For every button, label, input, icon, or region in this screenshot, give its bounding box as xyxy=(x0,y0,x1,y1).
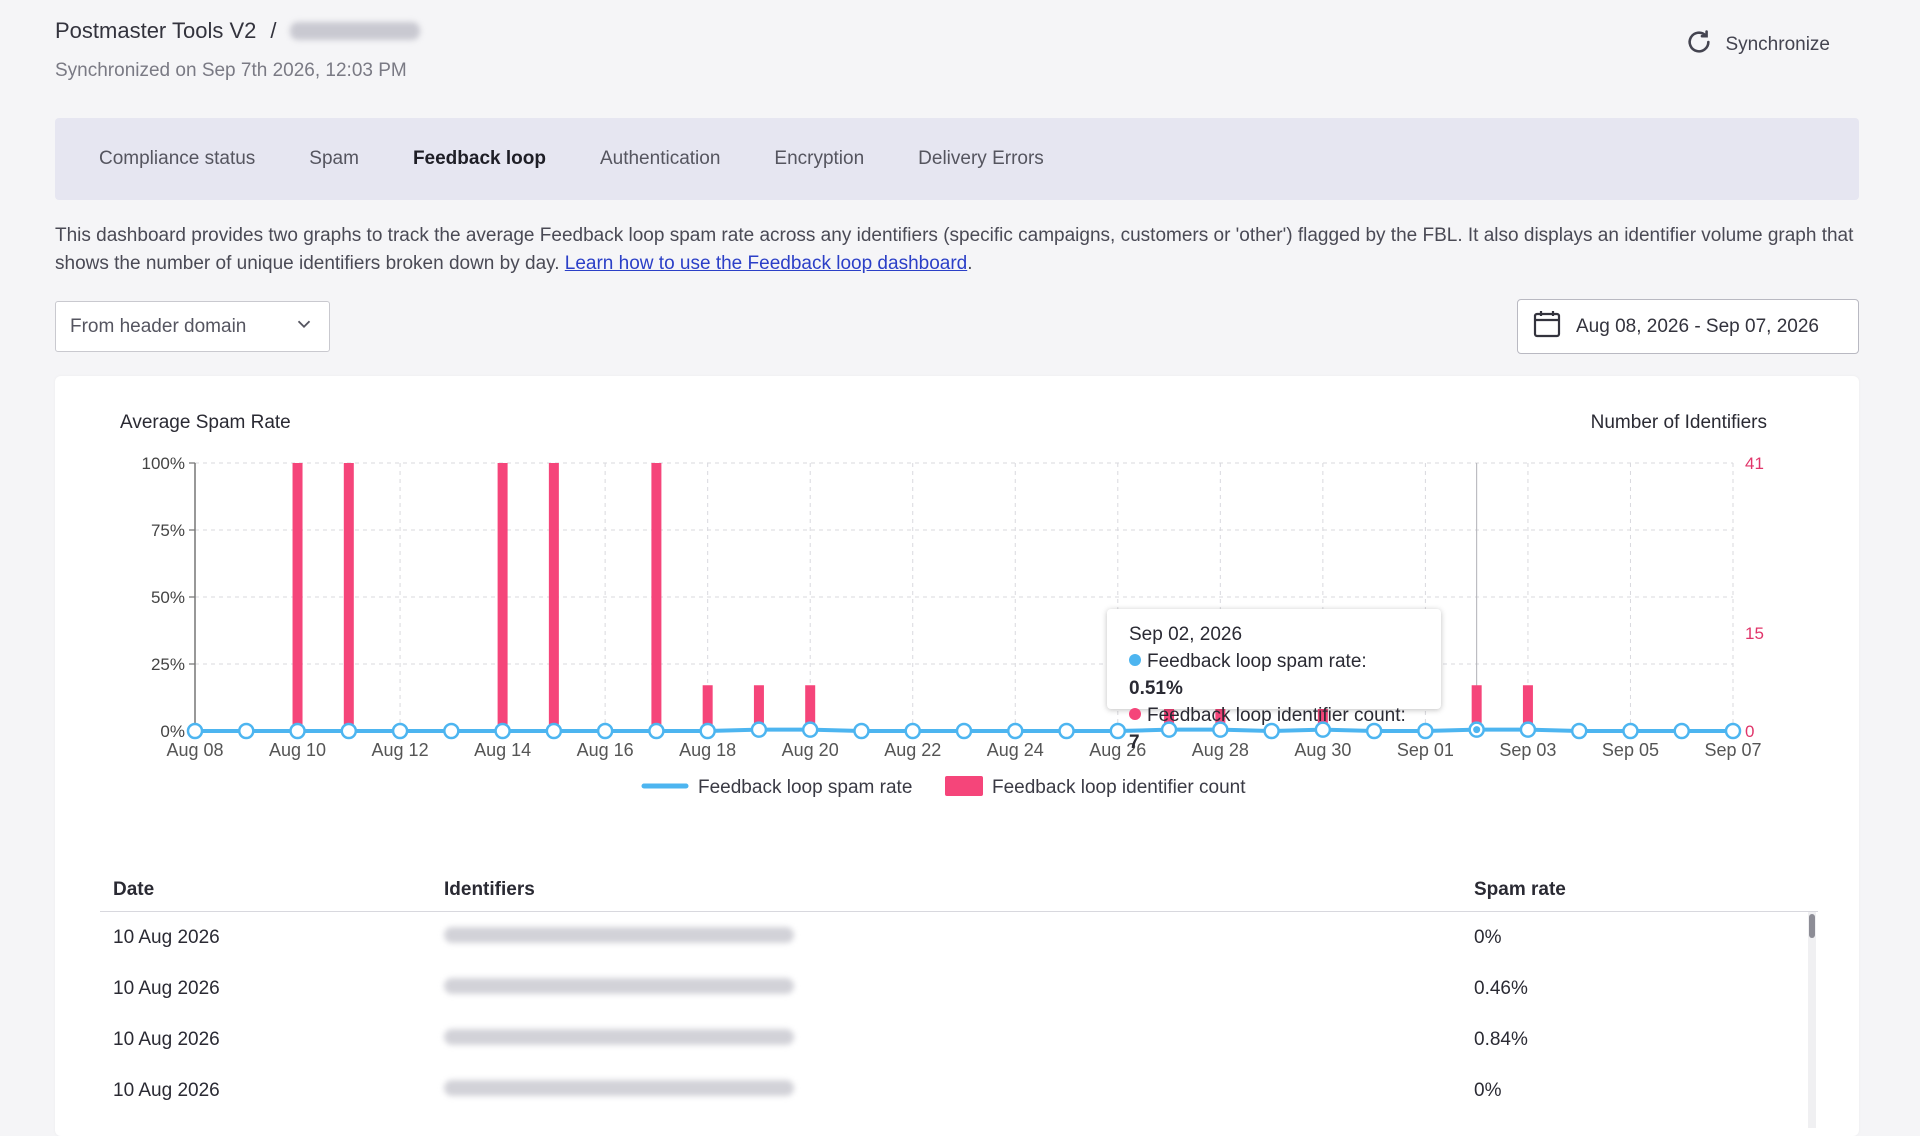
x-tick-label: Sep 07 xyxy=(1704,740,1761,760)
left-tick-label: 25% xyxy=(151,655,185,674)
redacted-identifier xyxy=(444,926,794,943)
tooltip-count-row: Feedback loop identifier count: 7 xyxy=(1129,702,1419,756)
right-tick-label: 0 xyxy=(1745,722,1754,741)
legend-spam-rate-label: Feedback loop spam rate xyxy=(698,777,912,798)
left-tick-label: 75% xyxy=(151,521,185,540)
column-spam-rate[interactable]: Spam rate xyxy=(1474,879,1774,901)
point-spam-rate xyxy=(904,722,921,740)
cell-identifier xyxy=(444,1079,1474,1102)
point-spam-rate xyxy=(391,722,409,740)
cell-date: 10 Aug 2026 xyxy=(113,1079,220,1101)
tooltip-rate-label: Feedback loop spam rate: xyxy=(1147,651,1367,672)
point-spam-rate xyxy=(545,722,563,740)
point-spam-rate xyxy=(955,722,973,740)
table-scrollbar-track[interactable] xyxy=(1808,912,1816,1128)
bar-identifier-count xyxy=(651,463,662,731)
cell-rate: 0.46% xyxy=(1474,977,1528,999)
point-spam-rate xyxy=(340,722,358,740)
point-spam-rate xyxy=(853,722,870,740)
column-date[interactable]: Date xyxy=(100,879,444,901)
identifiers-table: Date Identifiers Spam rate 10 Aug 2026 0… xyxy=(100,868,1818,1116)
point-spam-rate xyxy=(1570,722,1588,740)
x-tick-label: Aug 24 xyxy=(987,740,1044,760)
bar-identifier-count xyxy=(548,463,559,731)
table-row[interactable]: 10 Aug 2026 0% xyxy=(100,912,1818,963)
point-spam-rate xyxy=(1724,722,1742,740)
column-identifiers[interactable]: Identifiers xyxy=(444,879,1474,901)
x-tick-label: Aug 12 xyxy=(372,740,429,760)
cell-rate: 0.84% xyxy=(1474,1028,1528,1050)
point-spam-rate xyxy=(289,722,306,740)
point-hover-center xyxy=(1473,726,1481,734)
table-row[interactable]: 10 Aug 2026 0.46% xyxy=(100,963,1818,1014)
right-tick-label: 15 xyxy=(1745,624,1764,643)
redacted-identifier xyxy=(444,1079,794,1096)
left-tick-label: 100% xyxy=(142,454,185,473)
cell-rate: 0% xyxy=(1474,1079,1502,1101)
left-tick-label: 0% xyxy=(160,722,185,741)
point-spam-rate xyxy=(1417,722,1434,740)
tooltip-count-label: Feedback loop identifier count: xyxy=(1147,705,1406,726)
left-tick-label: 50% xyxy=(151,588,185,607)
bar-identifier-count xyxy=(292,463,303,731)
chart-tooltip: Sep 02, 2026 Feedback loop spam rate: 0.… xyxy=(1107,609,1441,753)
count-dot xyxy=(1129,707,1141,720)
point-spam-rate xyxy=(1007,722,1024,740)
rate-dot xyxy=(1129,653,1141,666)
redacted-identifier xyxy=(444,1028,794,1045)
point-spam-rate xyxy=(699,722,716,740)
cell-date: 10 Aug 2026 xyxy=(113,1028,220,1050)
point-spam-rate xyxy=(1673,722,1690,740)
x-tick-label: Aug 18 xyxy=(679,740,736,760)
bar-identifier-count xyxy=(497,463,508,731)
cell-identifier xyxy=(444,926,1474,949)
cell-identifier xyxy=(444,1028,1474,1051)
cell-rate: 0% xyxy=(1474,926,1502,948)
right-tick-label: 41 xyxy=(1745,454,1764,473)
x-tick-label: Aug 10 xyxy=(269,740,326,760)
x-tick-label: Aug 14 xyxy=(474,740,531,760)
point-spam-rate xyxy=(1109,722,1127,740)
point-spam-rate xyxy=(801,721,819,738)
legend-identifier-count-label: Feedback loop identifier count xyxy=(992,777,1246,798)
cell-identifier xyxy=(444,977,1474,1000)
x-tick-label: Aug 22 xyxy=(884,740,941,760)
point-spam-rate xyxy=(648,722,665,740)
point-spam-rate xyxy=(596,722,614,740)
cell-date: 10 Aug 2026 xyxy=(113,926,220,948)
table-row[interactable]: 10 Aug 2026 0% xyxy=(100,1065,1818,1116)
x-tick-label: Aug 20 xyxy=(782,740,839,760)
x-tick-label: Sep 05 xyxy=(1602,740,1659,760)
table-row[interactable]: 10 Aug 2026 0.84% xyxy=(100,1014,1818,1065)
redacted-identifier xyxy=(444,977,794,994)
point-spam-rate xyxy=(1519,721,1537,738)
point-spam-rate xyxy=(1622,722,1639,740)
point-spam-rate xyxy=(238,722,255,740)
table-header: Date Identifiers Spam rate xyxy=(100,868,1818,912)
point-spam-rate xyxy=(186,722,204,740)
point-spam-rate xyxy=(443,722,460,740)
point-spam-rate xyxy=(494,722,511,740)
right-axis-title: Number of Identifiers xyxy=(1591,412,1767,433)
table-scrollbar-thumb[interactable] xyxy=(1809,914,1815,938)
cell-date: 10 Aug 2026 xyxy=(113,977,220,999)
x-tick-label: Aug 16 xyxy=(577,740,634,760)
legend-bar-swatch xyxy=(945,776,983,796)
tooltip-date: Sep 02, 2026 xyxy=(1129,624,1243,645)
x-tick-label: Aug 08 xyxy=(166,740,223,760)
tooltip-rate-row: Feedback loop spam rate: 0.51% xyxy=(1129,648,1419,702)
tooltip-rate-value: 0.51% xyxy=(1129,678,1183,699)
tooltip-count-value: 7 xyxy=(1129,732,1140,753)
bar-identifier-count xyxy=(343,463,354,731)
point-spam-rate xyxy=(750,721,768,738)
x-tick-label: Sep 03 xyxy=(1499,740,1556,760)
point-spam-rate xyxy=(1058,722,1075,740)
left-axis-title: Average Spam Rate xyxy=(120,412,291,433)
